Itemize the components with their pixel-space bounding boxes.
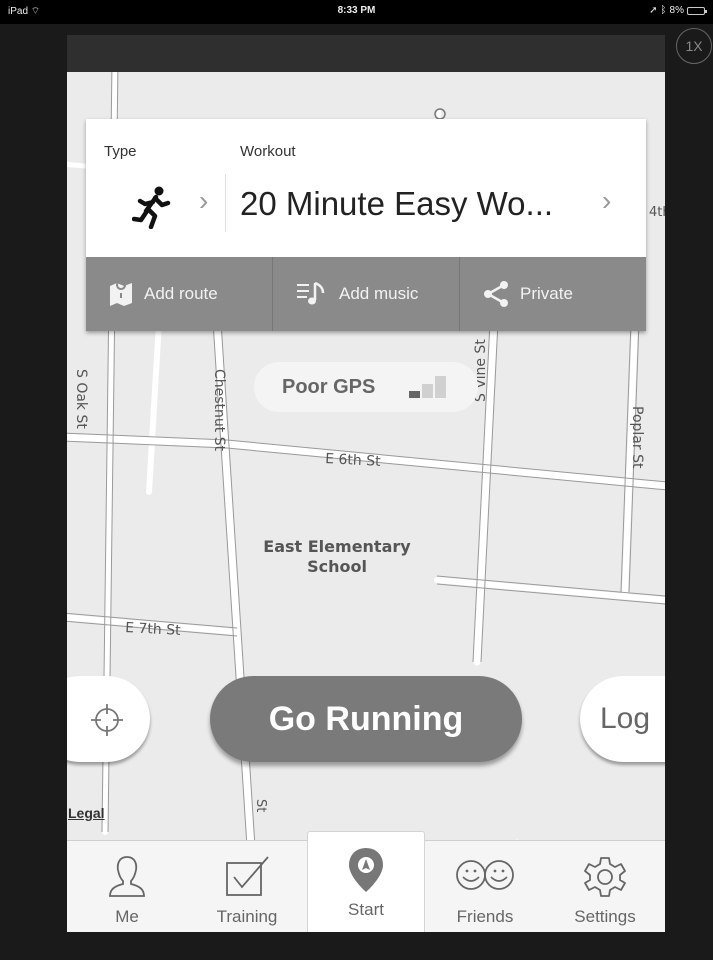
street-label: E 6th St (325, 451, 382, 470)
bluetooth-icon: ᛒ (660, 5, 667, 16)
place-label: East Elementary (263, 537, 411, 556)
map-icon (108, 280, 136, 308)
person-icon (67, 855, 187, 899)
workout-name[interactable]: 20 Minute Easy Wo... (240, 185, 553, 223)
tab-me[interactable]: Me (67, 841, 187, 932)
street-label: St (253, 799, 268, 812)
smiley-faces-icon (425, 855, 545, 895)
log-button[interactable]: Log (580, 676, 665, 762)
type-chevron-icon[interactable]: › (199, 185, 208, 217)
share-icon (482, 280, 512, 308)
battery-icon (687, 6, 707, 15)
tab-friends-label: Friends (456, 907, 514, 926)
tab-settings[interactable]: Settings (545, 841, 665, 932)
tab-training[interactable]: Training (187, 841, 307, 932)
tab-bar: Me Training Start Friends Settings (67, 831, 665, 932)
tab-start-label: Start (348, 900, 384, 919)
running-person-icon[interactable] (131, 185, 174, 234)
gps-status: Poor GPS (254, 362, 478, 412)
gps-label: Poor GPS (282, 375, 376, 398)
tab-training-label: Training (216, 907, 278, 926)
checkbox-icon (187, 855, 307, 899)
private-button[interactable]: Private (460, 257, 646, 331)
workout-card: Type Workout › 20 Minute Easy Wo... › Ad… (86, 119, 646, 331)
clock: 8:33 PM (337, 5, 376, 16)
workout-label: Workout (240, 143, 296, 160)
add-route-label: Add route (144, 284, 218, 303)
location-arrow-icon: ➚ (649, 5, 658, 16)
status-indicators: ➚ ᛒ 8% (649, 5, 707, 16)
add-music-label: Add music (339, 284, 419, 303)
place-label: School (307, 557, 367, 576)
gear-icon (545, 855, 665, 899)
locate-button[interactable] (67, 676, 150, 762)
workout-chevron-icon[interactable]: › (602, 185, 611, 217)
card-actions: Add route Add music Private (86, 257, 646, 331)
battery-percent: 8% (669, 5, 684, 16)
street-label: S Oak St (73, 369, 89, 429)
signal-bars-icon (409, 376, 449, 398)
private-label: Private (520, 284, 573, 303)
add-music-button[interactable]: Add music (273, 257, 460, 331)
tab-settings-label: Settings (574, 907, 636, 926)
tab-me-label: Me (115, 907, 139, 926)
go-running-button[interactable]: Go Running (210, 676, 522, 762)
tab-friends[interactable]: Friends (425, 841, 545, 932)
status-bar: iPad ⌔ 8:33 PM ➚ ᛒ 8% (0, 0, 713, 24)
app-header (67, 35, 665, 72)
card-divider (225, 174, 226, 232)
app-window: E 6th St E 7th St S Oak St Chestnut St S… (67, 35, 665, 932)
music-list-icon (295, 280, 331, 308)
street-label: 4th (649, 205, 665, 220)
tab-start[interactable]: Start (307, 831, 425, 932)
location-pin-icon (308, 846, 424, 894)
legal-link[interactable]: Legal (68, 805, 105, 821)
street-label: Chestnut St (211, 369, 227, 452)
crosshair-icon (90, 703, 124, 742)
add-route-button[interactable]: Add route (86, 257, 273, 331)
zoom-button[interactable]: 1X (676, 28, 712, 64)
street-label: Poplar St (629, 406, 645, 469)
street-label: E 7th St (125, 620, 182, 639)
type-label: Type (104, 143, 137, 160)
